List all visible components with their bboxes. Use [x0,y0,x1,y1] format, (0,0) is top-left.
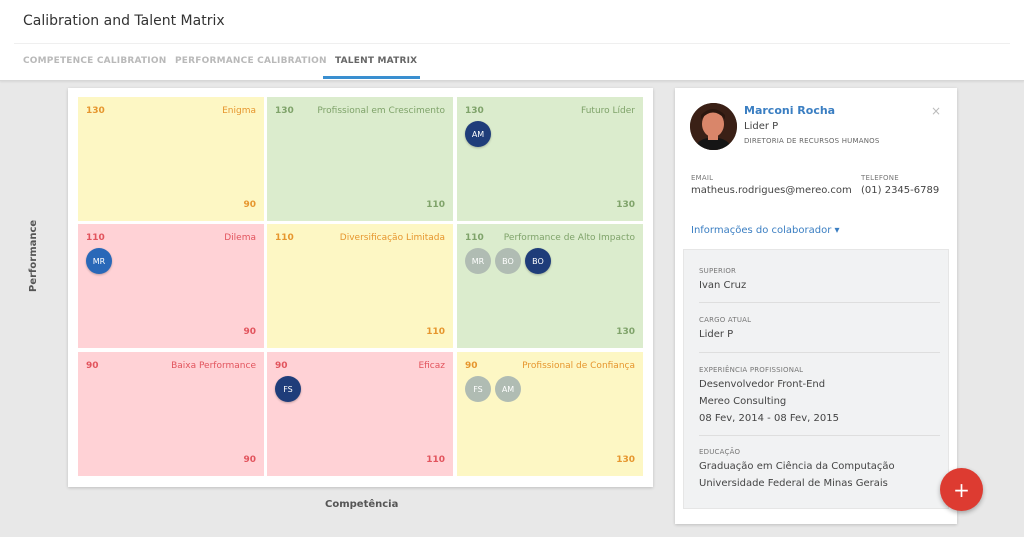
experience-period: 08 Fev, 2014 - 08 Fev, 2015 [699,413,839,424]
cargo-value: Lider P [699,329,734,340]
employee-avatar-chip[interactable]: AM [495,376,521,402]
matrix-cell[interactable]: 90 Baixa Performance 90 [78,352,264,476]
employee-name[interactable]: Marconi Rocha [744,104,835,117]
employee-department: DIRETORIA DE RECURSOS HUMANOS [744,137,880,145]
cell-avatars: AM [465,121,491,147]
email-label: EMAIL [691,174,714,182]
cell-bottom-value: 90 [243,455,256,465]
experience-label: EXPERIÊNCIA PROFISSIONAL [699,366,804,374]
phone-label: TELEFONE [861,174,899,182]
cell-top-value: 110 [275,233,294,243]
page-title: Calibration and Talent Matrix [23,13,225,29]
cell-name: Dilema [224,233,256,243]
header-divider [14,43,1010,44]
matrix-cell[interactable]: 90 Eficaz FS 110 [267,352,453,476]
employee-info-section: SUPERIOR Ivan Cruz CARGO ATUAL Lider P E… [683,249,949,509]
experience-company: Mereo Consulting [699,396,787,407]
cell-top-value: 90 [465,361,478,371]
cell-bottom-value: 90 [243,327,256,337]
experience-role: Desenvolvedor Front-End [699,379,826,390]
close-icon[interactable]: × [931,104,941,118]
cell-top-value: 130 [86,106,105,116]
tab-performance-calibration[interactable]: PERFORMANCE CALIBRATION [175,56,327,66]
cargo-label: CARGO ATUAL [699,316,752,324]
cell-name: Baixa Performance [171,361,256,371]
matrix-cell[interactable]: 130 Futuro Líder AM 130 [457,97,643,221]
talent-matrix: 130 Enigma 90 130 Profissional em Cresci… [68,88,653,487]
education-school: Universidade Federal de Minas Gerais [699,478,888,489]
matrix-cell[interactable]: 110 Diversificação Limitada 110 [267,224,453,348]
cell-bottom-value: 130 [616,455,635,465]
matrix-cell[interactable]: 110 Dilema MR 90 [78,224,264,348]
cell-bottom-value: 110 [426,200,445,210]
active-tab-indicator [323,76,420,79]
cell-bottom-value: 110 [426,327,445,337]
employee-info-toggle[interactable]: Informações do colaborador ▾ [691,225,840,236]
employee-avatar-chip[interactable]: FS [465,376,491,402]
cell-name: Performance de Alto Impacto [503,233,635,243]
cell-avatars: MR [86,248,112,274]
add-button[interactable]: + [940,468,983,511]
employee-avatar-chip[interactable]: AM [465,121,491,147]
cell-name: Diversificação Limitada [339,233,445,243]
cell-bottom-value: 90 [243,200,256,210]
y-axis-label: Performance [28,219,39,292]
app-header: Calibration and Talent Matrix COMPETENCE… [0,0,1024,81]
superior-value: Ivan Cruz [699,280,747,291]
matrix-cell[interactable]: 110 Performance de Alto Impacto MR BO BO 1… [457,224,643,348]
cell-top-value: 130 [465,106,484,116]
employee-avatar-chip[interactable]: MR [465,248,491,274]
employee-avatar-chip[interactable]: BO [525,248,551,274]
cell-bottom-value: 130 [616,327,635,337]
cell-bottom-value: 130 [616,200,635,210]
tab-talent-matrix[interactable]: TALENT MATRIX [335,56,417,66]
matrix-cell[interactable]: 90 Profissional de Confiança FS AM 130 [457,352,643,476]
cell-top-value: 90 [275,361,288,371]
cell-top-value: 110 [86,233,105,243]
cell-name: Futuro Líder [581,106,635,116]
employee-detail-panel: Marconi Rocha Lider P DIRETORIA DE RECUR… [675,88,957,524]
cell-name: Enigma [222,106,256,116]
cell-top-value: 90 [86,361,99,371]
cell-name: Eficaz [418,361,445,371]
avatar [690,103,737,150]
matrix-cell[interactable]: 130 Profissional em Crescimento 110 [267,97,453,221]
cell-name: Profissional em Crescimento [317,106,445,116]
x-axis-label: Competência [325,499,399,510]
divider [699,352,940,353]
superior-label: SUPERIOR [699,267,737,275]
cell-avatars: FS [275,376,301,402]
education-course: Graduação em Ciência da Computação [699,461,895,472]
cell-avatars: FS AM [465,376,521,402]
tab-competence-calibration[interactable]: COMPETENCE CALIBRATION [23,56,166,66]
employee-avatar-chip[interactable]: BO [495,248,521,274]
divider [699,435,940,436]
cell-avatars: MR BO BO [465,248,551,274]
employee-role: Lider P [744,121,779,132]
cell-bottom-value: 110 [426,455,445,465]
phone-value: (01) 2345-6789 [861,185,940,196]
matrix-cell[interactable]: 130 Enigma 90 [78,97,264,221]
education-label: EDUCAÇÃO [699,448,741,456]
divider [699,302,940,303]
cell-top-value: 130 [275,106,294,116]
employee-avatar-chip[interactable]: FS [275,376,301,402]
cell-name: Profissional de Confiança [522,361,635,371]
email-value: matheus.rodrigues@mereo.com [691,185,852,196]
employee-avatar-chip[interactable]: MR [86,248,112,274]
cell-top-value: 110 [465,233,484,243]
